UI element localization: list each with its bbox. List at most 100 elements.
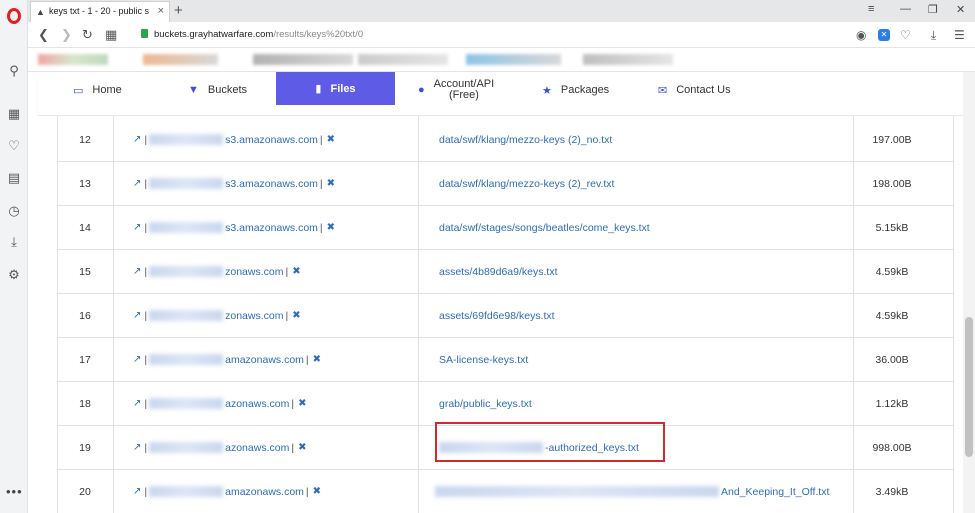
external-link-icon[interactable]: ↗	[133, 134, 141, 145]
adblock-icon[interactable]: ✕	[878, 29, 890, 41]
forward-icon[interactable]: ❯	[61, 27, 72, 43]
easy-setup-icon[interactable]: ☰	[954, 28, 965, 42]
table-row: 13 ↗ | s3.amazonaws.com | ✖ data/swf/klan…	[57, 162, 953, 206]
external-link-icon[interactable]: ↗	[133, 398, 141, 409]
file-path-link[interactable]: assets/69fd6e98/keys.txt	[439, 294, 555, 337]
bookmark-item[interactable]	[358, 54, 448, 65]
bucket-cell: ↗ | s3.amazonaws.com | ✖	[133, 221, 336, 234]
bucket-link[interactable]: amazonaws.com	[225, 354, 304, 366]
external-link-icon[interactable]: ↗	[133, 486, 141, 497]
file-path-link[interactable]: data/swf/klang/mezzo-keys (2)_rev.txt	[439, 162, 614, 205]
remove-icon[interactable]: ✖	[313, 486, 321, 497]
tabs-grid-icon[interactable]: ▦	[105, 27, 117, 43]
tab-menu-icon[interactable]: ≡	[868, 3, 874, 15]
external-link-icon[interactable]: ↗	[133, 178, 141, 189]
row-number: 17	[79, 353, 91, 366]
tab-strip: ▲ keys txt - 1 - 20 - public s3 × + ≡ — …	[28, 0, 975, 22]
file-path-link[interactable]: data/swf/stages/songs/beatles/come_keys.…	[439, 206, 650, 249]
page-scrollbar[interactable]	[963, 72, 975, 513]
nav-files[interactable]: ▮ Files	[276, 72, 395, 105]
row-number: 15	[79, 265, 91, 278]
tab-title: keys txt - 1 - 20 - public s3	[49, 6, 149, 16]
bucket-link[interactable]: s3.amazonaws.com	[225, 134, 318, 146]
new-tab-button[interactable]: +	[174, 2, 183, 19]
redacted-bucket-name	[149, 178, 224, 189]
search-icon[interactable]: ⚲	[7, 64, 21, 78]
bucket-cell: ↗ | amazonaws.com | ✖	[133, 353, 322, 366]
file-path-link[interactable]: data/swf/klang/mezzo-keys (2)_no.txt	[439, 118, 612, 161]
remove-icon[interactable]: ✖	[298, 442, 306, 453]
browser-tab[interactable]: ▲ keys txt - 1 - 20 - public s3 ×	[30, 1, 170, 22]
file-path-link[interactable]: SA-license-keys.txt	[439, 338, 528, 381]
remove-icon[interactable]: ✖	[292, 266, 300, 277]
nav-contact[interactable]: ✉ Contact Us	[658, 72, 731, 108]
downloads-icon[interactable]: ⤓	[7, 235, 21, 249]
opera-logo-icon[interactable]	[7, 8, 21, 24]
bookmark-item[interactable]	[38, 54, 108, 65]
bookmark-item[interactable]	[466, 54, 561, 65]
remove-icon[interactable]: ✖	[327, 222, 335, 233]
file-size: 4.59kB	[875, 265, 909, 278]
bucket-icon: ▼	[188, 84, 199, 96]
site-navigation: ▭ Home ▼ Buckets ▮ Files ● Account/API (…	[38, 72, 963, 116]
nav-packages[interactable]: ★ Packages	[542, 72, 609, 108]
history-icon[interactable]: ◷	[7, 204, 21, 218]
bookmark-item[interactable]	[253, 54, 353, 65]
bucket-link[interactable]: azonaws.com	[225, 442, 289, 454]
url-field[interactable]: buckets.grayhatwarfare.com/results/keys%…	[154, 29, 363, 40]
file-path-link[interactable]: And_Keeping_It_Off.txt	[721, 486, 829, 498]
bookmarks-bar	[28, 48, 975, 72]
bookmark-item[interactable]	[583, 54, 673, 65]
external-link-icon[interactable]: ↗	[133, 310, 141, 321]
external-link-icon[interactable]: ↗	[133, 222, 141, 233]
monitor-icon: ▭	[73, 84, 84, 97]
bucket-link[interactable]: s3.amazonaws.com	[225, 222, 318, 234]
minimize-icon[interactable]: —	[900, 3, 911, 15]
bucket-link[interactable]: zonaws.com	[225, 310, 283, 322]
reload-icon[interactable]: ↻	[82, 27, 93, 43]
remove-icon[interactable]: ✖	[313, 354, 321, 365]
hat-favicon-icon: ▲	[36, 7, 45, 17]
speed-dial-icon[interactable]: ▦	[7, 107, 21, 121]
redacted-bucket-name	[149, 354, 224, 365]
heart-icon[interactable]: ♡	[7, 139, 21, 153]
camera-icon[interactable]: ◉	[856, 28, 866, 42]
nav-buckets[interactable]: ▼ Buckets	[188, 72, 247, 108]
file-path-link[interactable]: assets/4b89d6a9/keys.txt	[439, 250, 558, 293]
scroll-thumb[interactable]	[965, 317, 973, 457]
external-link-icon[interactable]: ↗	[133, 442, 141, 453]
download-icon[interactable]: ⤓	[931, 28, 936, 43]
remove-icon[interactable]: ✖	[327, 178, 335, 189]
redacted-path	[435, 486, 719, 497]
file-size: 3.49kB	[875, 485, 909, 498]
row-number: 16	[79, 309, 91, 322]
remove-icon[interactable]: ✖	[298, 398, 306, 409]
remove-icon[interactable]: ✖	[292, 310, 300, 321]
news-icon[interactable]: ▤	[7, 171, 21, 185]
close-window-icon[interactable]: ✕	[956, 3, 965, 16]
address-bar: ❮ ❯ ↻ ▦ buckets.grayhatwarfare.com/resul…	[28, 22, 975, 48]
external-link-icon[interactable]: ↗	[133, 354, 141, 365]
bookmark-item[interactable]	[143, 54, 218, 65]
bucket-cell: ↗ | zonaws.com | ✖	[133, 309, 301, 322]
external-link-icon[interactable]: ↗	[133, 266, 141, 277]
opera-sidebar: ⚲ ▦ ♡ ▤ ◷ ⤓ ⚙ •••	[0, 0, 28, 513]
settings-gear-icon[interactable]: ⚙	[7, 268, 21, 282]
file-size: 197.00B	[872, 133, 912, 146]
bucket-link[interactable]: s3.amazonaws.com	[225, 178, 318, 190]
bucket-link[interactable]: amazonaws.com	[225, 486, 304, 498]
bucket-link[interactable]: zonaws.com	[225, 266, 283, 278]
bookmark-heart-icon[interactable]: ♡	[900, 28, 911, 42]
table-row: 12 ↗ | s3.amazonaws.com | ✖ data/swf/klan…	[57, 118, 953, 162]
remove-icon[interactable]: ✖	[327, 134, 335, 145]
tab-close-icon[interactable]: ×	[158, 5, 164, 17]
file-path-link[interactable]: grab/public_keys.txt	[439, 382, 532, 425]
bucket-link[interactable]: azonaws.com	[225, 398, 289, 410]
nav-account-api[interactable]: ● Account/API (Free)	[418, 72, 494, 108]
back-icon[interactable]: ❮	[38, 27, 49, 43]
more-dots-icon[interactable]: •••	[6, 484, 23, 499]
restore-icon[interactable]: ❐	[928, 3, 938, 16]
nav-home[interactable]: ▭ Home	[73, 72, 122, 108]
bucket-cell: ↗ | azonaws.com | ✖	[133, 441, 307, 454]
table-row: 16 ↗ | zonaws.com | ✖ assets/69fd6e98/key…	[57, 294, 953, 338]
